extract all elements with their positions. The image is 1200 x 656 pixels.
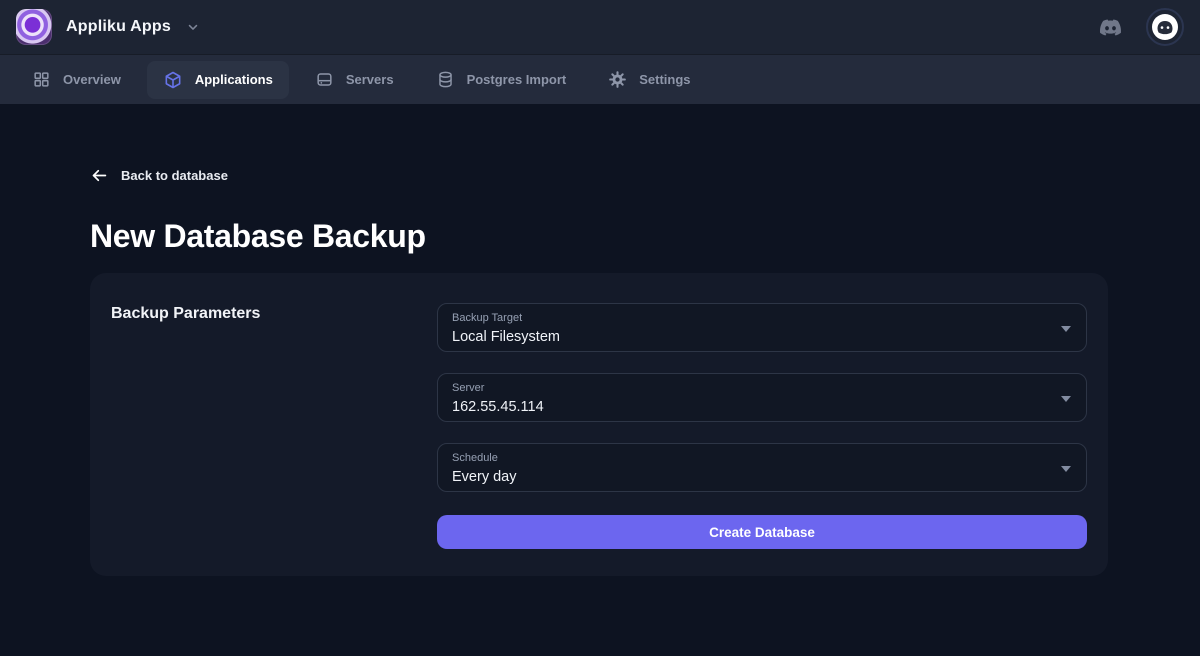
nav-item-applications[interactable]: Applications — [147, 61, 289, 99]
nav-label: Applications — [195, 72, 273, 87]
main-content: Back to database New Database Backup Bac… — [0, 104, 1200, 576]
app-switcher[interactable]: Appliku Apps — [16, 9, 200, 45]
server-icon — [315, 70, 334, 89]
field-value: 162.55.45.114 — [452, 399, 1048, 416]
chevron-down-icon — [186, 20, 200, 34]
arrow-left-icon — [90, 166, 109, 185]
backup-parameters-card: Backup Parameters Backup Target Local Fi… — [90, 273, 1108, 576]
back-link-label: Back to database — [121, 168, 228, 183]
field-label: Server — [452, 382, 1048, 395]
nav-label: Postgres Import — [467, 72, 567, 87]
grid-icon — [32, 70, 51, 89]
section-label: Backup Parameters — [111, 303, 437, 323]
server-select[interactable]: Server 162.55.45.114 — [437, 373, 1087, 422]
appliku-logo — [16, 9, 52, 45]
gear-icon — [608, 70, 627, 89]
caret-down-icon — [1061, 326, 1071, 332]
backup-target-select[interactable]: Backup Target Local Filesystem — [437, 303, 1087, 352]
avatar-face-icon — [1152, 14, 1178, 40]
app-name: Appliku Apps — [66, 18, 171, 36]
nav-item-postgres-import[interactable]: Postgres Import — [420, 61, 583, 98]
schedule-select[interactable]: Schedule Every day — [437, 443, 1087, 492]
create-database-button[interactable]: Create Database — [437, 515, 1087, 549]
database-icon — [436, 70, 455, 89]
field-label: Schedule — [452, 452, 1048, 465]
field-label: Backup Target — [452, 312, 1048, 325]
top-bar: Appliku Apps — [0, 0, 1200, 54]
nav-item-servers[interactable]: Servers — [299, 61, 410, 98]
page-title: New Database Backup — [90, 217, 1110, 255]
caret-down-icon — [1061, 466, 1071, 472]
nav-item-settings[interactable]: Settings — [592, 61, 706, 98]
discord-icon[interactable] — [1097, 17, 1124, 38]
nav-label: Settings — [639, 72, 690, 87]
user-avatar[interactable] — [1146, 8, 1184, 46]
nav-label: Servers — [346, 72, 394, 87]
back-to-database-link[interactable]: Back to database — [90, 166, 228, 185]
cube-icon — [163, 70, 183, 90]
nav-label: Overview — [63, 72, 121, 87]
field-value: Local Filesystem — [452, 329, 1048, 346]
main-nav: Overview Applications Servers Postgres I… — [0, 54, 1200, 104]
caret-down-icon — [1061, 396, 1071, 402]
nav-item-overview[interactable]: Overview — [16, 61, 137, 98]
field-value: Every day — [452, 469, 1048, 486]
